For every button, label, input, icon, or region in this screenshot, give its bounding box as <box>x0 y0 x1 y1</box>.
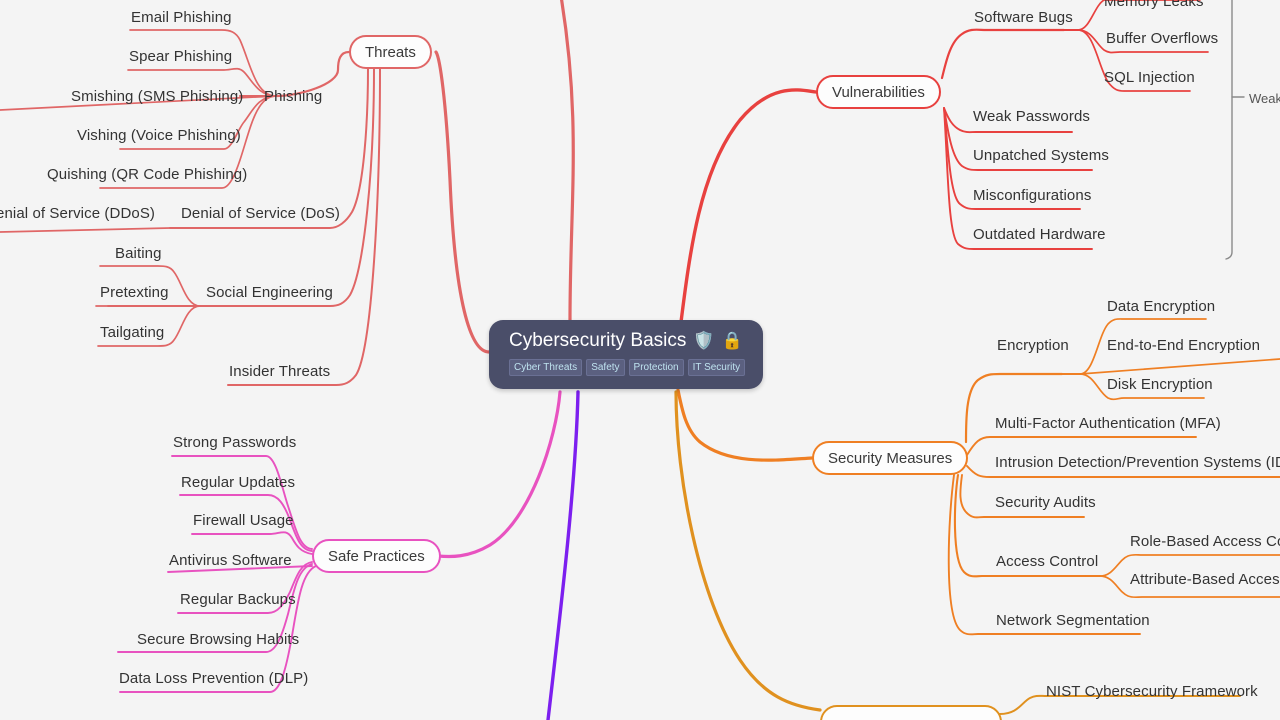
lock-emoji-icon: 🔒 <box>721 331 743 350</box>
root-node[interactable]: Cybersecurity Basics 🛡️ 🔒 Cyber Threats … <box>489 320 763 389</box>
node-label-outdated-hardware[interactable]: Outdated Hardware <box>973 227 1106 242</box>
node-label-email-phishing[interactable]: Email Phishing <box>131 10 232 25</box>
node-label-regular-updates[interactable]: Regular Updates <box>181 475 295 490</box>
node-label-access-control[interactable]: Access Control <box>996 554 1098 569</box>
node-label-weak-passwords[interactable]: Weak Passwords <box>973 109 1090 124</box>
node-label-ddos-clipped[interactable]: enial of Service (DDoS) <box>0 206 155 221</box>
root-title-text: Cybersecurity Basics <box>509 330 687 351</box>
node-label-spear-phishing[interactable]: Spear Phishing <box>129 49 232 64</box>
root-tag-it-security[interactable]: IT Security <box>687 359 746 376</box>
node-label-rbac-clipped[interactable]: Role-Based Access Contro <box>1130 534 1280 549</box>
node-label-insider-threats[interactable]: Insider Threats <box>229 364 330 379</box>
shield-emoji-icon: 🛡️ <box>693 331 715 350</box>
node-label-vishing[interactable]: Vishing (Voice Phishing) <box>77 128 241 143</box>
node-label-abac-clipped[interactable]: Attribute-Based Access C <box>1130 572 1280 587</box>
node-label-denial-of-service[interactable]: Denial of Service (DoS) <box>181 206 340 221</box>
node-label-phishing[interactable]: Phishing <box>264 89 322 104</box>
node-label-nist-framework[interactable]: NIST Cybersecurity Framework <box>1046 684 1258 699</box>
root-tag-cyber-threats[interactable]: Cyber Threats <box>509 359 583 376</box>
node-label-ids-ips-clipped[interactable]: Intrusion Detection/Prevention Systems (… <box>995 455 1280 470</box>
branch-node-security-measures[interactable]: Security Measures <box>812 441 969 475</box>
branch-node-safe-practices[interactable]: Safe Practices <box>312 539 441 573</box>
node-label-regular-backups[interactable]: Regular Backups <box>180 592 296 607</box>
node-label-mfa[interactable]: Multi-Factor Authentication (MFA) <box>995 416 1221 431</box>
root-tag-list: Cyber Threats Safety Protection IT Secur… <box>509 359 746 376</box>
node-label-baiting[interactable]: Baiting <box>115 246 162 261</box>
branch-node-frameworks-clipped[interactable] <box>820 705 1002 720</box>
node-label-network-segmentation[interactable]: Network Segmentation <box>996 613 1150 628</box>
root-tag-safety[interactable]: Safety <box>586 359 625 376</box>
mindmap-canvas: Cybersecurity Basics 🛡️ 🔒 Cyber Threats … <box>0 0 1280 720</box>
bracket-annotation-label: Weakn <box>1249 91 1280 106</box>
node-label-memory-leaks-clipped[interactable]: Memory Leaks <box>1104 0 1204 9</box>
node-label-quishing[interactable]: Quishing (QR Code Phishing) <box>47 167 247 182</box>
node-label-tailgating[interactable]: Tailgating <box>100 325 164 340</box>
node-label-pretexting[interactable]: Pretexting <box>100 285 169 300</box>
node-label-buffer-overflows[interactable]: Buffer Overflows <box>1106 31 1218 46</box>
node-label-unpatched-systems[interactable]: Unpatched Systems <box>973 148 1109 163</box>
branch-node-threats[interactable]: Threats <box>349 35 432 69</box>
node-label-security-audits[interactable]: Security Audits <box>995 495 1096 510</box>
node-label-social-engineering[interactable]: Social Engineering <box>206 285 333 300</box>
node-label-misconfigurations[interactable]: Misconfigurations <box>973 188 1091 203</box>
root-tag-protection[interactable]: Protection <box>628 359 684 376</box>
node-label-secure-browsing-habits[interactable]: Secure Browsing Habits <box>137 632 299 647</box>
node-label-antivirus-software[interactable]: Antivirus Software <box>169 553 292 568</box>
node-label-strong-passwords[interactable]: Strong Passwords <box>173 435 296 450</box>
node-label-encryption[interactable]: Encryption <box>997 338 1069 353</box>
node-label-dlp[interactable]: Data Loss Prevention (DLP) <box>119 671 308 686</box>
node-label-end-to-end-encryption[interactable]: End-to-End Encryption <box>1107 338 1260 353</box>
node-label-sql-injection[interactable]: SQL Injection <box>1104 70 1195 85</box>
node-label-disk-encryption[interactable]: Disk Encryption <box>1107 377 1213 392</box>
branch-node-vulnerabilities[interactable]: Vulnerabilities <box>816 75 941 109</box>
node-label-firewall-usage[interactable]: Firewall Usage <box>193 513 294 528</box>
node-label-software-bugs[interactable]: Software Bugs <box>974 10 1073 25</box>
root-title: Cybersecurity Basics 🛡️ 🔒 <box>509 329 745 353</box>
node-label-data-encryption[interactable]: Data Encryption <box>1107 299 1215 314</box>
node-label-smishing[interactable]: Smishing (SMS Phishing) <box>71 89 243 104</box>
